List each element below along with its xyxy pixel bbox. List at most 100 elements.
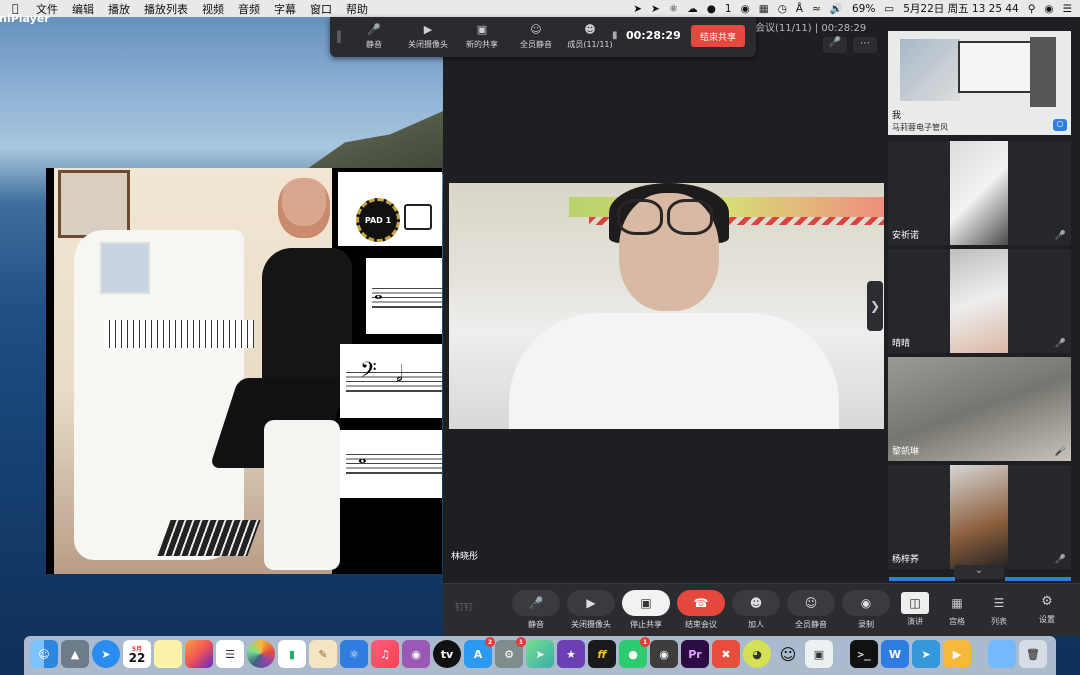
volume-icon[interactable]: 🔊 [830,2,843,15]
end-meeting-button[interactable]: ☎ 结束会议 [676,590,726,630]
participant-tile-self[interactable]: 我 马莉蓉电子管风 ○ [888,31,1071,135]
keynote-viewer-icon[interactable]: ▶ [943,640,971,668]
menu-audio[interactable]: 音频 [238,1,260,17]
menu-playlist[interactable]: 播放列表 [144,1,188,17]
screenshot-icon[interactable]: ▣ [805,640,833,668]
toolbar-members-button[interactable]: ☻ 成员(11/11) [562,23,618,50]
menu-video[interactable]: 视频 [202,1,224,17]
main-speaker-video[interactable] [449,183,884,429]
bluetooth-icon[interactable]: Å [796,3,803,15]
participant-name: 晴晴 [892,339,911,349]
wifi-icon[interactable]: ≈ [812,3,821,15]
nav-icon[interactable]: ➤ [651,3,660,15]
preview-icon[interactable]: ⚛ [340,640,368,668]
dingtalk-brand: 钉钉 [455,603,474,613]
calendar-icon[interactable]: 5月 22 [123,640,151,668]
settings-button[interactable]: ⚙ 设置 [1025,590,1069,625]
launchpad-icon[interactable]: ▲ [61,640,89,668]
pages-icon[interactable] [185,640,213,668]
chevron-right-icon[interactable]: ❯ [867,281,883,331]
notes-icon[interactable] [154,640,182,668]
microphone-icon: 🎤 [512,590,560,616]
battery-percent[interactable]: 69% [852,3,875,15]
layout-list-button[interactable]: ☰ 列表 [979,592,1019,627]
system-preferences-icon[interactable]: ⚙ 1 [495,637,526,668]
more-options-icon[interactable]: ⋯ [853,37,877,53]
reminders-icon[interactable]: ☰ [216,640,244,668]
dock: ☺ ▲ ➤ 5月 22 ☰ ▮ ✎ ⚛ ♫ ◉ tv A2 ⚙ 1 ➤ ★ ff … [24,636,1056,675]
keynote-icon[interactable]: ✎ [309,640,337,668]
wechat-icon[interactable]: ● 1 [619,637,650,668]
end-share-button[interactable]: 结束共享 [691,25,745,47]
mute-button[interactable]: 🎤 静音 [511,590,561,630]
menu-playback[interactable]: 播放 [108,1,130,17]
keyboard-icon[interactable]: ▦ [759,3,769,15]
wps-icon[interactable]: W [881,640,909,668]
numbers-icon[interactable]: ▮ [278,640,306,668]
toolbar-mute-button[interactable]: 🎤 静音 [346,23,402,50]
photos-icon[interactable] [247,640,275,668]
tv-icon[interactable]: tv [433,640,461,668]
omniplayer-window[interactable]: PAD 1 𝅝 𝄢 𝅗𝅥 𝅝 [46,168,442,574]
participant-name: 黎凯琳 [892,447,920,457]
control-center-icon[interactable]: ☰ [1063,3,1072,15]
imovie-icon[interactable]: ★ [557,640,585,668]
participant-tile[interactable]: 晴晴 🎤 [888,249,1071,353]
menu-window[interactable]: 窗口 [310,1,332,17]
layout-speaker-button[interactable]: ◫ 演讲 [895,592,935,627]
notification-count[interactable]: 1 [725,3,732,15]
mute-all-button[interactable]: ☺ 全员静音 [786,590,836,630]
participant-tile[interactable]: 杨梓荞 🎤 [888,465,1071,569]
app-menu[interactable]: OmniPlayer [0,4,50,32]
appstore-icon[interactable]: A2 [464,637,495,668]
maps-icon[interactable]: ➤ [526,640,554,668]
menu-edit[interactable]: 编辑 [72,1,94,17]
participant-tile[interactable]: 黎凯琳 🎤 [888,357,1071,461]
record-button[interactable]: ◉ 录制 [841,590,891,630]
participant-tile[interactable]: 安祈诺 🎤 [888,141,1071,245]
microphone-icon[interactable]: 🎤 [823,37,847,53]
toolbar-camera-button[interactable]: ▶ 关闭摄像头 [400,23,456,50]
quicktime-icon[interactable]: ◉ [650,640,678,668]
cloud-icon[interactable]: ☁ [687,3,698,15]
lark-icon[interactable]: ➤ [912,640,940,668]
date-time[interactable]: 5月22日 周五 13 25 44 [903,1,1018,16]
drag-handle-icon[interactable]: ‖ [336,29,342,43]
mindjet-icon[interactable]: ◕ [743,640,771,668]
menu-subtitle[interactable]: 字幕 [274,1,296,17]
terminal-icon[interactable]: >_ [850,640,878,668]
clock-icon[interactable]: ◷ [778,3,787,15]
xmind-icon[interactable]: ✖ [712,640,740,668]
gear-icon: ⚙ [1041,594,1053,609]
spotlight-icon[interactable]: ⚲ [1028,3,1036,15]
final-draft-icon[interactable]: ff [588,640,616,668]
music-icon[interactable]: ♫ [371,640,399,668]
premiere-pro-icon[interactable]: Pr [681,640,709,668]
collapse-chevron-icon[interactable]: ⌄ [954,565,1004,579]
members-icon: ☻ [584,23,596,36]
hang-up-icon: ☎ [677,590,725,616]
wechat-status-icon[interactable]: ● [707,3,716,15]
toolbar-new-share-button[interactable]: ▣ 新的共享 [454,23,510,50]
podcasts-icon[interactable]: ◉ [402,640,430,668]
stop-camera-button[interactable]: ▶ 关闭摄像头 [566,590,616,630]
folder-icon[interactable] [988,640,1016,668]
layout-grid-button[interactable]: ▦ 宫格 [937,592,977,627]
meeting-window[interactable]: 会议(11/11) | 00:28:29 🎤 ⋯ 林晓彤 ❯ 我 马莉蓉电子管风… [443,17,1080,636]
stop-share-button[interactable]: ▣ 停止共享 [621,590,671,630]
add-person-button[interactable]: ☻ 加人 [731,590,781,630]
toolbar-mute-all-button[interactable]: ☺ 全员静音 [508,23,564,50]
add-person-icon: ☻ [732,590,780,616]
finder-icon[interactable]: ☺ [30,640,58,668]
sync-icon[interactable]: ⚛ [669,3,678,15]
binoculars-icon[interactable]: ◉ [741,3,750,15]
location-icon[interactable]: ➤ [633,3,642,15]
battery-icon[interactable]: ▭ [884,3,894,15]
qq-icon[interactable]: ☺ [774,640,802,668]
siri-icon[interactable]: ◉ [1044,3,1053,15]
trash-icon[interactable]: 🗑 [1019,640,1047,668]
safari-icon[interactable]: ➤ [92,640,120,668]
camera-icon: ▶ [423,23,433,36]
chat-icon[interactable]: ○ [1053,119,1067,131]
menu-help[interactable]: 帮助 [346,1,368,17]
